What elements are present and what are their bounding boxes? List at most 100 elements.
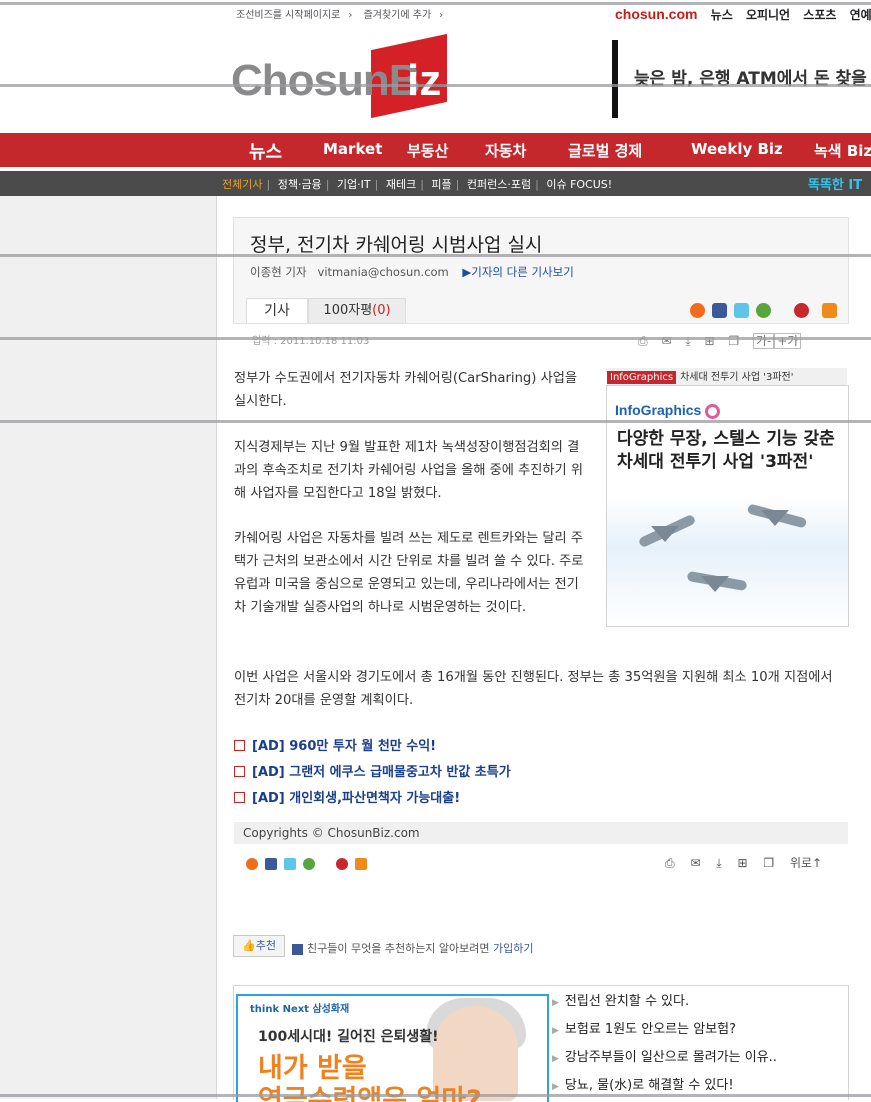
sub-nav: 전체기사 | 정책·금융 | 기업·IT | 재테크 | 피플 | 컨퍼런스·포럼 | 이슈… (0, 171, 871, 196)
subnav-item-people[interactable]: 피플 (431, 178, 451, 191)
scan-artifact-line (0, 2, 871, 5)
logo-text: ChosunB (231, 56, 421, 105)
arrow-box-icon (234, 792, 245, 803)
tab-article[interactable]: 기사 (246, 298, 308, 323)
article-paragraph-2: 지식경제부는 지난 9월 발표한 제1차 녹색성장이행점검회의 결과의 후속조치… (234, 440, 583, 501)
main-nav: 뉴스 Market 부동산 자동차 글로벌 경제 Weekly Biz 녹색 B… (0, 133, 871, 167)
topnav-item-news[interactable]: 뉴스 (711, 8, 733, 22)
ad-line-1: 100세시대! 길어진 은퇴생활! (258, 1029, 439, 1045)
article-paragraph-3: 카쉐어링 사업은 자동차를 빌려 쓰는 제도로 렌트카와는 달리 주택가 근처의… (234, 531, 584, 615)
headline-ticker[interactable]: 늦은 밤, 은행 ATM에서 돈 찾을 (612, 40, 871, 118)
topnav-item-opinion[interactable]: 오피니언 (746, 8, 790, 22)
clip-share-icon[interactable] (336, 857, 349, 870)
sponsored-link[interactable]: ▶ 전립선 완치할 수 있다. (552, 990, 777, 1018)
blog-scrap-icon[interactable]: ⊞ (737, 856, 747, 870)
mainnav-item-realestate[interactable]: 부동산 (407, 140, 448, 161)
author-more-articles-link[interactable]: ▶기자의 다른 기사보기 (462, 265, 573, 279)
insurance-ad-banner[interactable]: think Next 삼성화재 100세시대! 길어진 은퇴생활! 내가 받을 … (236, 994, 549, 1102)
facebook-prompt-text: 친구들이 무엇을 추천하는지 알아보려면 (307, 942, 490, 955)
chosunbiz-logo[interactable]: ChosunB iz (231, 33, 451, 119)
copy-icon[interactable]: ❐ (763, 856, 774, 870)
infographic-brand: InfoGraphics (615, 402, 721, 419)
subnav-smart-it-link[interactable]: 똑똑한 IT (808, 174, 862, 193)
sponsored-link[interactable]: ▶ 보험료 1원도 안오르는 암보험? (552, 1018, 777, 1046)
subnav-item-it[interactable]: 기업·IT (337, 178, 371, 191)
topnav-item-entertainment[interactable]: 연예 (850, 8, 871, 22)
topnav-item-sports[interactable]: 스포츠 (803, 8, 836, 22)
me2day-share-icon[interactable] (690, 303, 705, 318)
chosun-brand-link[interactable]: chosun.com (615, 6, 697, 22)
yozm-share-icon[interactable] (756, 303, 771, 318)
triangle-bullet-icon: ▶ (552, 1054, 559, 1064)
twitter-share-icon[interactable] (734, 303, 749, 318)
email-icon[interactable]: ✉ (690, 856, 700, 870)
facebook-share-icon[interactable] (265, 857, 278, 870)
copyright-bar: Copyrights © ChosunBiz.com (234, 822, 848, 844)
arrow-box-icon (234, 766, 245, 777)
left-gutter (0, 196, 217, 1099)
ad-links: [AD] 960만 투자 월 천만 수익! [AD] 그랜저 에쿠스 급매물중고… (234, 735, 511, 813)
ad-brand: think Next 삼성화재 (250, 1004, 350, 1015)
article-tools: ⎙ ✉ ⤓ ⊞ ❐ 가- +가 (638, 332, 811, 349)
mainnav-item-global[interactable]: 글로벌 경제 (568, 140, 642, 161)
scan-artifact-line (0, 420, 871, 423)
tab-comments[interactable]: 100자평(0) (308, 298, 406, 323)
sponsored-link[interactable]: ▶ 강남주부들이 일산으로 몰려가는 이유.. (552, 1046, 777, 1074)
byline: 이종현 기자 vitmania@chosun.com ▶기자의 다른 기사보기 (250, 264, 574, 280)
facebook-join-link[interactable]: 가입하기 (493, 942, 533, 955)
sponsored-links: ▶ 전립선 완치할 수 있다. ▶ 보험료 1원도 안오르는 암보험? ▶ 강남주부들… (552, 990, 777, 1102)
ad-link[interactable]: [AD] 개인회생,파산면책자 가능대출! (234, 787, 511, 813)
article-paragraph-1: 정부가 수도권에서 전기자동차 카쉐어링(CarSharing) 사업을 실시한… (234, 371, 578, 409)
facebook-share-icon[interactable] (712, 303, 727, 318)
mainnav-item-market[interactable]: Market (323, 140, 382, 158)
mainnav-item-greenbiz[interactable]: 녹색 Biz (814, 140, 871, 161)
facebook-icon (292, 943, 303, 955)
jet-wing-icon (651, 526, 679, 542)
back-to-top-link[interactable]: 위로↑ (790, 856, 822, 870)
scan-artifact-line (0, 337, 871, 340)
author-name: 이종현 기자 (250, 265, 307, 279)
print-icon[interactable]: ⎙ (665, 856, 675, 870)
sponsored-link[interactable]: ▶ 당뇨, 물(水)로 해결할 수 있다! (552, 1074, 777, 1102)
infographic-caption: 차세대 전투기 사업 '3파전' (680, 372, 794, 383)
subnav-item-issue[interactable]: 이슈 FOCUS! (546, 178, 612, 191)
me2day-share-icon[interactable] (246, 857, 258, 870)
facebook-like-button[interactable]: 👍추천 (233, 935, 285, 957)
copyright-text: Copyrights © ChosunBiz.com (243, 826, 420, 840)
jet-wing-icon (761, 510, 789, 526)
infographic-tag: InfoGraphics (607, 371, 677, 384)
scan-artifact-line (0, 1094, 871, 1097)
subnav-item-all[interactable]: 전체기사 (222, 178, 262, 191)
save-icon[interactable]: ⤓ (716, 856, 721, 870)
author-email[interactable]: vitmania@chosun.com (318, 265, 449, 279)
ad-link[interactable]: [AD] 960만 투자 월 천만 수익! (234, 735, 511, 761)
subnav-item-finance[interactable]: 재테크 (386, 178, 416, 191)
thumbs-up-icon: 👍 (242, 939, 256, 952)
ad-link[interactable]: [AD] 그랜저 에쿠스 급매물중고차 반값 초특가 (234, 761, 511, 787)
bottom-share-icons (246, 853, 369, 872)
mainnav-item-auto[interactable]: 자동차 (485, 140, 526, 161)
mainnav-item-weeklybiz[interactable]: Weekly Biz (691, 140, 783, 158)
bookmark-link[interactable]: 즐겨찾기에 추가 (364, 10, 432, 21)
jet-wing-icon (701, 576, 729, 592)
set-home-link[interactable]: 조선비즈를 시작페이지로 (236, 10, 340, 21)
clip-share-icon[interactable] (794, 303, 809, 318)
font-decrease-button[interactable]: 가- (752, 333, 775, 349)
infographic-label[interactable]: InfoGraphics 차세대 전투기 사업 '3파전' (607, 368, 847, 385)
ad-line-3: 연금수령액은 얼마? (258, 1085, 482, 1102)
bottom-article-tools: ⎙ ✉ ⤓ ⊞ ❐ 위로↑ (665, 854, 834, 871)
like-label: 추천 (255, 939, 276, 952)
triangle-bullet-icon: ▶ (552, 998, 559, 1008)
infographic-title: 다양한 무장, 스텔스 기능 갖춘 차세대 전투기 사업 '3파전' (617, 429, 835, 472)
infographic-image (607, 496, 848, 626)
font-increase-button[interactable]: +가 (774, 333, 802, 349)
rss-icon[interactable] (355, 857, 368, 870)
mainnav-item-news[interactable]: 뉴스 (249, 138, 282, 164)
rss-icon[interactable] (822, 303, 837, 318)
twitter-share-icon[interactable] (284, 857, 297, 870)
bottom-ad-section: think Next 삼성화재 100세시대! 길어진 은퇴생활! 내가 받을 … (233, 985, 849, 1102)
subnav-item-conference[interactable]: 컨퍼런스·포럼 (467, 178, 531, 191)
scan-artifact-line (0, 84, 871, 87)
subnav-item-policy[interactable]: 정책·금융 (278, 178, 322, 191)
yozm-share-icon[interactable] (303, 857, 316, 870)
